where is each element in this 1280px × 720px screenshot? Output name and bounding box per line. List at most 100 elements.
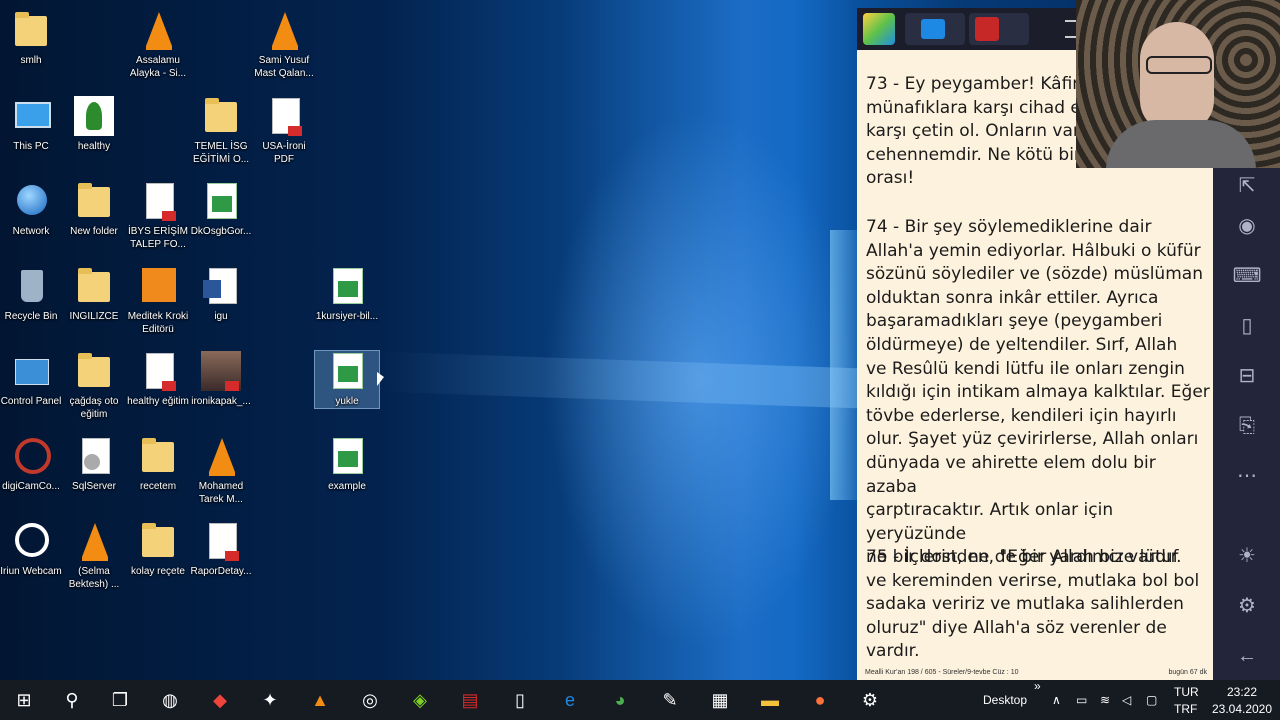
chevron-icon[interactable]: » — [1034, 676, 1041, 716]
desktop-icon[interactable]: 1kursiyer-bil... — [315, 266, 379, 323]
desktop-icon[interactable]: healthy — [62, 96, 126, 153]
cone-icon — [201, 436, 241, 476]
desktop-icon[interactable]: New folder — [62, 181, 126, 238]
doc-icon — [138, 351, 178, 391]
gamepad-icon[interactable]: ⊟ — [1231, 360, 1263, 392]
desktop-icon[interactable]: USA-İroni PDF — [252, 96, 316, 166]
desktop-icon[interactable]: Control Panel — [0, 351, 63, 408]
desktop-icon[interactable]: ironikapak_... — [189, 351, 253, 408]
desktop-icon[interactable]: RaporDetay... — [189, 521, 253, 578]
firefox-icon[interactable]: ● — [796, 680, 844, 720]
home-icon — [921, 19, 945, 39]
desktop-icon-label: healthy eğitim — [127, 396, 189, 407]
language-indicator[interactable]: TUR TRF — [1174, 680, 1200, 720]
calculator-icon[interactable]: ▦ — [696, 680, 744, 720]
keyboard-icon[interactable]: ⌨ — [1231, 260, 1263, 292]
desktop-icon[interactable]: Recycle Bin — [0, 266, 63, 323]
webcam-face — [1140, 22, 1214, 132]
cat-app-icon[interactable]: ✦ — [246, 680, 294, 720]
folder-icon — [74, 351, 114, 391]
bluestacks-taskbar-icon[interactable]: ◈ — [396, 680, 444, 720]
desktop-icon[interactable]: Iriun Webcam — [0, 521, 63, 578]
desktop-icon[interactable]: Meditek Kroki Editörü — [126, 266, 190, 336]
cone-icon — [264, 10, 304, 50]
more-icon[interactable]: ⋯ — [1231, 460, 1263, 492]
desktop-icon[interactable]: SqlServer — [62, 436, 126, 493]
desktop-icon[interactable]: Sami Yusuf Mast Qalan... — [252, 10, 316, 80]
task-view-icon[interactable]: ❐ — [96, 680, 144, 720]
desktop-icon[interactable]: yukle — [314, 350, 380, 409]
volume-icon[interactable]: ◁ — [1122, 680, 1131, 720]
edge-icon[interactable]: e — [546, 680, 594, 720]
browser-globe-icon[interactable]: ◍ — [146, 680, 194, 720]
light-bulb-icon[interactable]: ☀ — [1231, 540, 1263, 572]
desktop-icon-label: smlh — [20, 55, 42, 66]
file-icon[interactable]: ▯ — [496, 680, 544, 720]
desktop-icon[interactable]: İBYS ERİŞİM TALEP FO... — [126, 181, 190, 251]
desktop-icon-label: Recycle Bin — [4, 311, 58, 322]
quran-app-icon — [975, 17, 999, 41]
folder-icon — [138, 436, 178, 476]
home-tab-icon[interactable] — [905, 13, 965, 45]
desktop-icon[interactable]: digiCamCo... — [0, 436, 63, 493]
globe-icon — [11, 181, 51, 221]
start-button[interactable]: ⊞ — [0, 680, 48, 720]
pc-icon — [11, 96, 51, 136]
settings-icon[interactable]: ⚙ — [846, 680, 894, 720]
phone-icon[interactable]: ▯ — [1231, 310, 1263, 342]
desktop-icon[interactable]: çağdaş oto eğitim — [62, 351, 126, 421]
taskbar: ⊞ ⚲ ❐ ◍ ◆ ✦ ▲ ◎ ◈ ▤ ▯ e ◕ ✎ ▦ ▬ ● ⚙ Desk… — [0, 679, 1280, 720]
chrome-icon[interactable]: ◕ — [596, 680, 644, 720]
vlc-icon[interactable]: ▲ — [296, 680, 344, 720]
cursor-icon[interactable]: ⇱ — [1231, 170, 1263, 202]
desktop-icon-label: Sami Yusuf Mast Qalan... — [254, 55, 314, 79]
battery-icon[interactable]: ▭ — [1076, 680, 1087, 720]
cone-icon — [74, 521, 114, 561]
desktop-icon[interactable]: healthy eğitim — [126, 351, 190, 408]
desktop-icon[interactable]: example — [315, 436, 379, 493]
verse-74: 74 - Bir şey söylemediklerine dair Allah… — [866, 217, 1210, 568]
pdf-icon[interactable]: ▤ — [446, 680, 494, 720]
desktop-icon[interactable]: DkOsgbGor... — [189, 181, 253, 238]
desktop-icon[interactable]: Network — [0, 181, 63, 238]
app-tab-icon[interactable] — [969, 13, 1029, 45]
anydesk-icon[interactable]: ◆ — [196, 680, 244, 720]
desktop-icon[interactable]: (Selma Bektesh) ... — [62, 521, 126, 591]
bluestacks-icon[interactable] — [863, 13, 895, 45]
install-apk-icon[interactable]: ⎘ — [1231, 410, 1263, 442]
file-explorer-icon[interactable]: ▬ — [746, 680, 794, 720]
search-icon[interactable]: ⚲ — [48, 680, 96, 720]
desktop-icon-label: 1kursiyer-bil... — [315, 311, 379, 322]
desktop-icon-label: USA-İroni PDF — [262, 141, 306, 165]
desktop-icon-label: Meditek Kroki Editörü — [127, 311, 189, 335]
desktop-icon-label: Mohamed Tarek M... — [198, 481, 244, 505]
desktop-icon[interactable]: igu — [189, 266, 253, 323]
desktop-toolbar-label[interactable]: Desktop — [983, 680, 1027, 720]
desktop-icon[interactable]: Assalamu Alayka - Si... — [126, 10, 190, 80]
wallpaper-beam — [560, 0, 860, 680]
desktop-icon[interactable]: This PC — [0, 96, 63, 153]
cone-icon — [138, 10, 178, 50]
reader-footer-time: bugün 67 dk — [1168, 669, 1207, 676]
desktop-icon[interactable]: kolay reçete — [126, 521, 190, 578]
notification-icon[interactable]: ▢ — [1146, 680, 1157, 720]
desktop-icon[interactable]: recetem — [126, 436, 190, 493]
paint-icon[interactable]: ✎ — [646, 680, 694, 720]
keyboard-layout: TRF — [1174, 702, 1198, 716]
desktop-icon-label: ironikapak_... — [191, 396, 251, 407]
obs-icon[interactable]: ◎ — [346, 680, 394, 720]
back-arrow-icon[interactable]: ← — [1231, 640, 1263, 672]
desktop-icon[interactable]: Mohamed Tarek M... — [189, 436, 253, 506]
clock[interactable]: 23:22 23.04.2020 — [1204, 680, 1280, 720]
tray-up-arrow-icon[interactable]: ∧ — [1052, 680, 1061, 720]
desktop-icon[interactable]: INGILIZCE — [62, 266, 126, 323]
desktop-icon[interactable]: TEMEL İSG EĞİTİMİ O... — [189, 96, 253, 166]
gear-icon[interactable]: ⚙ — [1231, 590, 1263, 622]
network-icon[interactable]: ≋ — [1100, 680, 1110, 720]
desktop-icon-label: RaporDetay... — [190, 566, 252, 577]
desktop-icon[interactable]: smlh — [0, 10, 63, 67]
verse-75: 75 - İçlerinden, "Eğer Allah bize lütuf … — [866, 547, 1200, 662]
eye-icon[interactable]: ◉ — [1231, 210, 1263, 242]
xls-icon — [201, 181, 241, 221]
gear-icon — [74, 436, 114, 476]
